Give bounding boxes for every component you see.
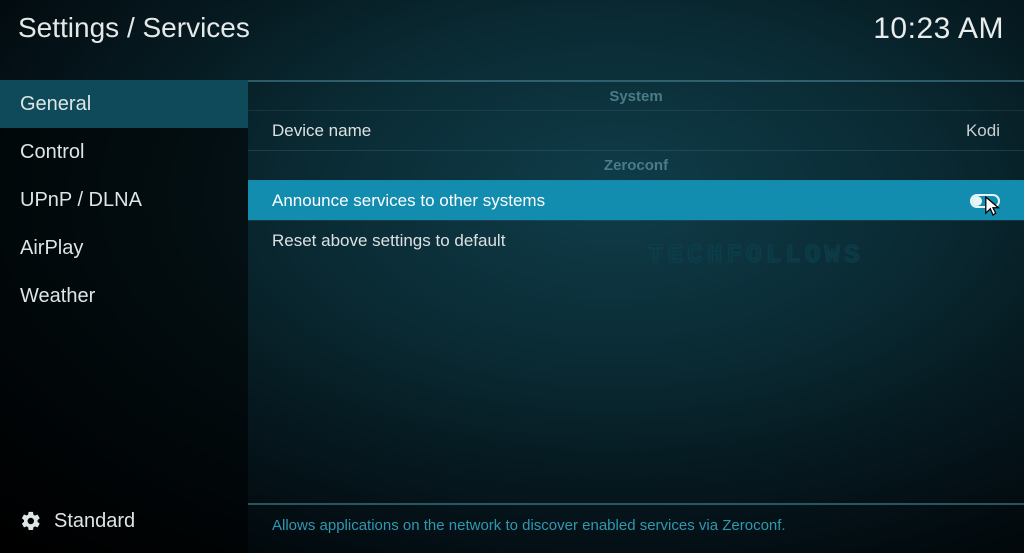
row-announce-services[interactable]: Announce services to other systems — [248, 180, 1024, 220]
settings-level-button[interactable]: Standard — [0, 489, 248, 553]
toggle-switch[interactable] — [970, 194, 1000, 208]
row-label: Announce services to other systems — [272, 191, 545, 211]
row-label: Device name — [272, 121, 371, 141]
sidebar-item-label: Weather — [20, 285, 95, 308]
group-header-zeroconf: Zeroconf — [248, 150, 1024, 180]
sidebar: General Control UPnP / DLNA AirPlay Weat… — [0, 80, 248, 553]
row-device-name[interactable]: Device name Kodi — [248, 110, 1024, 150]
sidebar-item-label: AirPlay — [20, 237, 83, 260]
sidebar-item-label: Control — [20, 141, 84, 164]
sidebar-item-general[interactable]: General — [0, 80, 248, 128]
sidebar-item-weather[interactable]: Weather — [0, 272, 248, 320]
sidebar-item-airplay[interactable]: AirPlay — [0, 224, 248, 272]
main-panel: System Device name Kodi Zeroconf Announc… — [248, 80, 1024, 503]
sidebar-item-control[interactable]: Control — [0, 128, 248, 176]
row-label: Reset above settings to default — [272, 231, 505, 251]
row-value: Kodi — [966, 121, 1000, 141]
clock: 10:23 AM — [873, 12, 1004, 46]
sidebar-item-upnp-dlna[interactable]: UPnP / DLNA — [0, 176, 248, 224]
group-header-system: System — [248, 80, 1024, 110]
footer-help-text: Allows applications on the network to di… — [272, 517, 786, 534]
breadcrumb: Settings / Services — [18, 12, 250, 44]
header: Settings / Services 10:23 AM — [0, 0, 1024, 80]
footer-help: Allows applications on the network to di… — [248, 503, 1024, 553]
sidebar-item-label: UPnP / DLNA — [20, 189, 142, 212]
sidebar-items: General Control UPnP / DLNA AirPlay Weat… — [0, 80, 248, 489]
settings-level-label: Standard — [54, 510, 135, 533]
gear-icon — [20, 510, 42, 532]
row-reset-defaults[interactable]: Reset above settings to default — [248, 220, 1024, 260]
sidebar-item-label: General — [20, 93, 91, 116]
